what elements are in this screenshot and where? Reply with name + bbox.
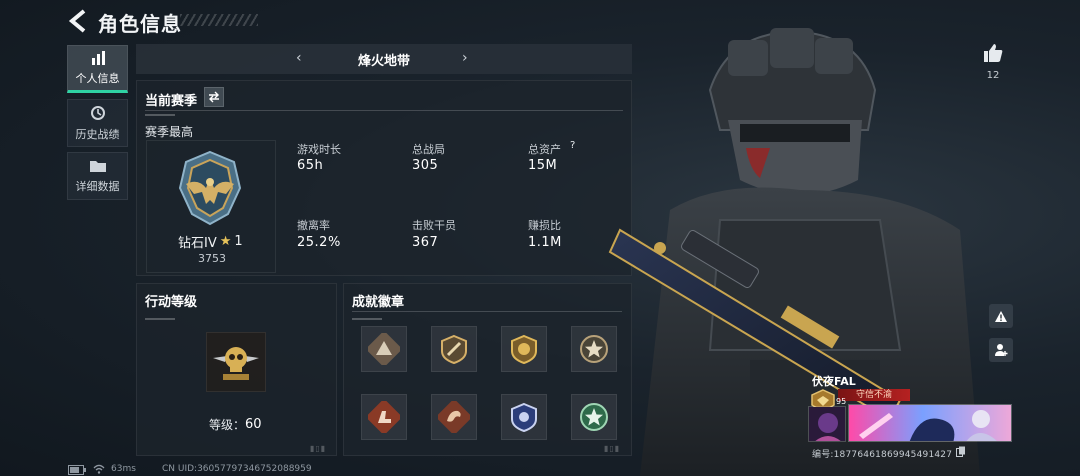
action-level-title: 行动等级 (145, 295, 198, 310)
rank-score: 3753 (198, 252, 226, 265)
rank-name: 钻石IV (178, 236, 217, 251)
mode-name: 烽火地带 (357, 53, 410, 69)
copy-icon[interactable] (956, 446, 966, 457)
stat-value-kills: 367 (412, 235, 439, 250)
mode-prev-arrow-icon[interactable]: ‹ (296, 50, 302, 66)
season-divider-mark (145, 114, 175, 116)
nav-details-label: 详细数据 (75, 179, 120, 193)
triangle-badge-icon[interactable] (361, 326, 407, 372)
action-level-emblem-frame (206, 332, 266, 392)
report-button[interactable] (989, 304, 1013, 328)
season-subtitle: 赛季最高 (145, 125, 194, 139)
skull-wings-emblem-icon (213, 347, 259, 380)
stat-value-matches: 305 (412, 158, 439, 173)
swap-icon (209, 91, 219, 103)
achievements-divider-mark (352, 318, 382, 320)
nav-personal-info[interactable]: 个人信息 (67, 45, 128, 93)
folder-icon (89, 160, 106, 172)
nav-history[interactable]: 历史战绩 (67, 99, 128, 147)
blue-shield-badge-icon[interactable] (501, 394, 547, 440)
nav-details[interactable]: 详细数据 (67, 152, 128, 200)
stat-label-kills: 击败干员 (412, 219, 456, 232)
stat-label-extract-rate: 撤离率 (297, 219, 330, 232)
rank-line: 钻石IV ★ 1 (178, 232, 243, 251)
page-title: 角色信息 (98, 12, 182, 36)
thumbs-up-icon[interactable] (982, 42, 1004, 64)
player-name: 伏夜FAL (812, 375, 856, 388)
ping-readout: 63ms (111, 464, 136, 474)
mode-next-arrow-icon[interactable]: › (462, 50, 468, 66)
level-label: 等级： (209, 418, 246, 432)
season-swap-button[interactable] (204, 87, 224, 107)
avatar-image (809, 407, 845, 441)
title-decoration (180, 14, 258, 26)
season-title: 当前赛季 (145, 94, 198, 109)
wifi-icon (93, 464, 105, 474)
gold-shield-badge-icon[interactable] (501, 326, 547, 372)
knife-shield-badge-icon[interactable] (431, 326, 477, 372)
player-level: 95 (836, 397, 847, 406)
player-banner[interactable] (848, 404, 1012, 442)
stat-value-playtime: 65h (297, 158, 324, 173)
player-id: 编号:18776461869945491427 (812, 450, 953, 460)
back-arrow-icon[interactable] (66, 8, 90, 34)
battery-icon (68, 465, 86, 475)
season-divider (145, 110, 623, 111)
achievements-divider (352, 311, 622, 312)
achievements-title: 成就徽章 (352, 295, 405, 310)
add-user-icon (995, 344, 1008, 356)
stat-label-profit-ratio: 赚损比 (528, 219, 561, 232)
mode-selector: ‹ 烽火地带 › (136, 44, 632, 74)
stat-value-profit-ratio: 1.1M (528, 235, 562, 250)
diamond-rank-emblem-icon (178, 150, 242, 226)
star-icon: ★ (219, 234, 232, 249)
avatar-frame[interactable] (808, 406, 846, 442)
panel-corner-mark: ▮▯▮ (310, 444, 327, 453)
history-icon (90, 105, 105, 120)
level-value: 60 (245, 417, 262, 432)
bar-chart-icon (91, 50, 105, 65)
dragon-badge-icon[interactable] (431, 394, 477, 440)
stat-label-playtime: 游戏时长 (297, 143, 341, 156)
add-friend-button[interactable] (989, 338, 1013, 362)
stat-label-matches: 总战局 (412, 143, 445, 156)
help-icon[interactable]: ? (570, 140, 575, 151)
uid-readout: CN UID:3605779734675208895​9 (162, 464, 312, 474)
anime-banner-image (849, 405, 1011, 441)
action-level-line: 等级： 60 (209, 416, 262, 433)
stat-value-assets: 15M (528, 158, 558, 173)
player-tag: 守信不渝 (838, 389, 910, 401)
nav-personal-info-label: 个人信息 (75, 71, 120, 85)
stat-value-extract-rate: 25.2% (297, 235, 341, 250)
boot-badge-icon[interactable] (361, 394, 407, 440)
warning-icon (995, 310, 1007, 322)
nav-history-label: 历史战绩 (75, 127, 120, 141)
rank-stars: 1 (234, 234, 243, 249)
action-level-divider-mark (145, 318, 175, 320)
stat-label-assets: 总资产 (528, 143, 561, 156)
like-count: 12 (986, 70, 1000, 81)
